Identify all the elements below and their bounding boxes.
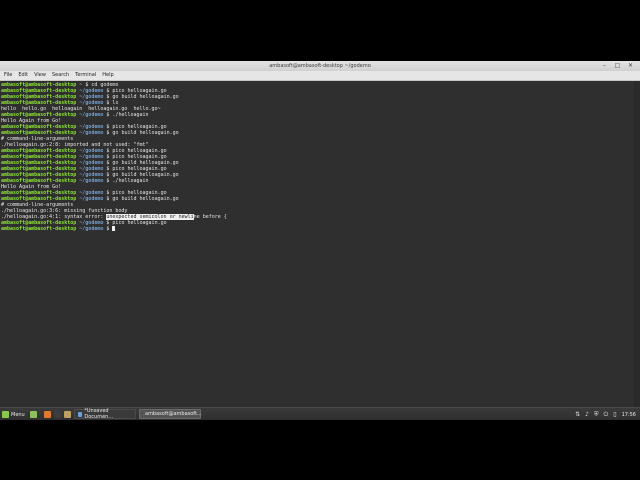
prompt-symbol: $ [106,226,110,232]
terminal-window: ambasoft@ambasoft-desktop ~/godemo – □ ✕… [0,61,640,407]
clock[interactable]: 17:56 [622,412,636,418]
task-label: ambasoft@ambasoft... [145,411,202,417]
taskbar: Menu *Unsaved Documen... ambasoft@ambasof… [0,407,640,421]
command-text: go build helloagain.go [112,196,179,202]
error-text-rest: ne before { [193,214,227,220]
prompt-path: ~/godemo [79,178,104,184]
network-icon[interactable]: ⇅ [575,410,580,419]
prompt-symbol: $ [106,178,110,184]
prompt-path: ~/godemo [79,196,104,202]
command-text: ./helloagain [112,112,149,118]
menu-help[interactable]: Help [99,71,116,80]
command-text: ./helloagain [112,178,149,184]
menu-view[interactable]: View [31,71,49,80]
terminal-output[interactable]: ambasoft@ambasoft-desktop ~ $ cd godemo a… [0,81,634,407]
show-desktop-icon[interactable] [30,411,37,418]
prompt-user: ambasoft@ambasoft-desktop [1,226,77,232]
menu-terminal[interactable]: Terminal [72,71,99,80]
mint-logo-icon [2,411,9,418]
files-icon[interactable] [64,411,71,418]
text-editor-icon [78,411,83,417]
minimize-icon[interactable]: – [601,62,608,70]
shield-icon[interactable]: ⛨ [594,410,599,419]
window-controls: – □ ✕ [601,62,634,70]
prompt-path: ~/godemo [79,130,104,136]
volume-icon[interactable]: ♪ [585,410,589,419]
command-text: go build helloagain.go [112,94,179,100]
menu-file[interactable]: File [0,71,15,80]
menubar: File Edit View Search Terminal Help [0,71,640,81]
maximize-icon[interactable]: □ [614,62,621,70]
terminal-line: ambasoft@ambasoft-desktop ~/godemo $ [0,226,634,232]
menu-button[interactable]: Menu [2,410,25,419]
menu-edit[interactable]: Edit [15,71,31,80]
terminal-launcher-icon[interactable] [54,411,61,418]
prompt-path: ~/godemo [79,112,104,118]
system-tray: ⇅ ♪ ⛨ ⏻ ▯ 17:56 [575,410,636,419]
prompt-symbol: $ [106,130,110,136]
letterbox-bottom [0,420,640,480]
command-text: go build helloagain.go [112,130,179,136]
window-title: ambasoft@ambasoft-desktop ~/godemo [269,63,371,69]
menu-label: Menu [11,411,25,418]
menu-search[interactable]: Search [49,71,72,80]
terminal-scrollbar[interactable] [634,81,640,407]
close-icon[interactable]: ✕ [627,62,634,70]
firefox-icon[interactable] [44,411,51,418]
command-text: pico helloagain.go [112,220,167,226]
terminal-line: ambasoft@ambasoft-desktop ~ $ cd godemo [0,81,634,88]
task-button[interactable]: ambasoft@ambasoft... [139,409,202,419]
battery-icon[interactable]: ▯ [613,410,616,419]
power-icon[interactable]: ⏻ [604,410,609,419]
letterbox-top [0,0,640,61]
text-cursor [112,226,116,231]
prompt-path: ~/godemo [79,226,104,232]
task-label: *Unsaved Documen... [84,408,114,420]
prompt-symbol: $ [106,196,110,202]
prompt-symbol: $ [106,112,110,118]
task-button[interactable]: *Unsaved Documen... [74,408,136,420]
